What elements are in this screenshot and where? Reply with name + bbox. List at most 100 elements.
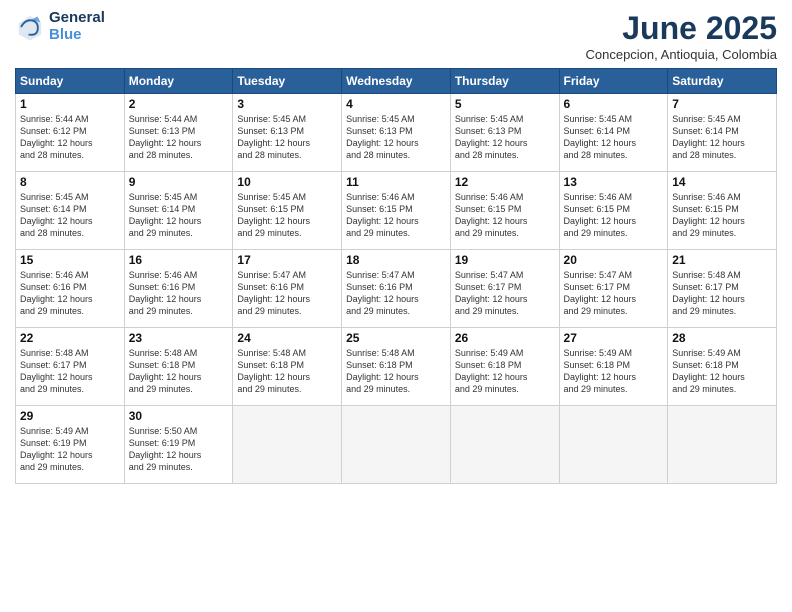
day-info: Sunrise: 5:45 AM Sunset: 6:13 PM Dayligh…	[237, 113, 337, 162]
weekday-header-tuesday: Tuesday	[233, 69, 342, 94]
calendar-cell: 14 Sunrise: 5:46 AM Sunset: 6:15 PM Dayli…	[668, 172, 777, 250]
day-number: 14	[672, 175, 772, 189]
day-info: Sunrise: 5:47 AM Sunset: 6:17 PM Dayligh…	[564, 269, 664, 318]
day-info: Sunrise: 5:45 AM Sunset: 6:13 PM Dayligh…	[346, 113, 446, 162]
calendar-cell: 5 Sunrise: 5:45 AM Sunset: 6:13 PM Daylig…	[450, 94, 559, 172]
weekday-header-thursday: Thursday	[450, 69, 559, 94]
day-number: 25	[346, 331, 446, 345]
day-info: Sunrise: 5:46 AM Sunset: 6:16 PM Dayligh…	[129, 269, 229, 318]
logo-icon	[15, 12, 45, 42]
day-number: 7	[672, 97, 772, 111]
day-number: 5	[455, 97, 555, 111]
day-number: 4	[346, 97, 446, 111]
calendar-table: SundayMondayTuesdayWednesdayThursdayFrid…	[15, 68, 777, 484]
weekday-header-sunday: Sunday	[16, 69, 125, 94]
day-number: 15	[20, 253, 120, 267]
weekday-header-monday: Monday	[124, 69, 233, 94]
day-info: Sunrise: 5:47 AM Sunset: 6:16 PM Dayligh…	[237, 269, 337, 318]
calendar-week-0: 1 Sunrise: 5:44 AM Sunset: 6:12 PM Daylig…	[16, 94, 777, 172]
weekday-row: SundayMondayTuesdayWednesdayThursdayFrid…	[16, 69, 777, 94]
calendar-cell: 25 Sunrise: 5:48 AM Sunset: 6:18 PM Dayli…	[342, 328, 451, 406]
calendar-cell: 27Sunrise: 5:49 AM Sunset: 6:18 PM Dayli…	[559, 328, 668, 406]
day-info: Sunrise: 5:48 AM Sunset: 6:17 PM Dayligh…	[20, 347, 120, 396]
day-number: 16	[129, 253, 229, 267]
day-number: 28	[672, 331, 772, 345]
day-number: 19	[455, 253, 555, 267]
day-info: Sunrise: 5:46 AM Sunset: 6:15 PM Dayligh…	[672, 191, 772, 240]
calendar-cell: 24 Sunrise: 5:48 AM Sunset: 6:18 PM Dayli…	[233, 328, 342, 406]
calendar-cell: 12 Sunrise: 5:46 AM Sunset: 6:15 PM Dayli…	[450, 172, 559, 250]
calendar-cell: 20Sunrise: 5:47 AM Sunset: 6:17 PM Dayli…	[559, 250, 668, 328]
day-info: Sunrise: 5:49 AM Sunset: 6:18 PM Dayligh…	[672, 347, 772, 396]
calendar-cell: 10 Sunrise: 5:45 AM Sunset: 6:15 PM Dayli…	[233, 172, 342, 250]
calendar-cell: 26Sunrise: 5:49 AM Sunset: 6:18 PM Dayli…	[450, 328, 559, 406]
day-number: 26	[455, 331, 555, 345]
day-number: 27	[564, 331, 664, 345]
calendar-cell: 30 Sunrise: 5:50 AM Sunset: 6:19 PM Dayli…	[124, 406, 233, 484]
day-info: Sunrise: 5:50 AM Sunset: 6:19 PM Dayligh…	[129, 425, 229, 474]
day-info: Sunrise: 5:48 AM Sunset: 6:17 PM Dayligh…	[672, 269, 772, 318]
weekday-header-wednesday: Wednesday	[342, 69, 451, 94]
day-info: Sunrise: 5:46 AM Sunset: 6:15 PM Dayligh…	[564, 191, 664, 240]
day-number: 21	[672, 253, 772, 267]
day-number: 1	[20, 97, 120, 111]
day-info: Sunrise: 5:44 AM Sunset: 6:12 PM Dayligh…	[20, 113, 120, 162]
logo-text: General Blue	[49, 10, 105, 43]
day-info: Sunrise: 5:45 AM Sunset: 6:14 PM Dayligh…	[129, 191, 229, 240]
day-number: 2	[129, 97, 229, 111]
calendar-cell: 23Sunrise: 5:48 AM Sunset: 6:18 PM Dayli…	[124, 328, 233, 406]
day-info: Sunrise: 5:48 AM Sunset: 6:18 PM Dayligh…	[237, 347, 337, 396]
calendar-cell	[233, 406, 342, 484]
calendar-body: 1 Sunrise: 5:44 AM Sunset: 6:12 PM Daylig…	[16, 94, 777, 484]
calendar-cell	[668, 406, 777, 484]
day-info: Sunrise: 5:47 AM Sunset: 6:17 PM Dayligh…	[455, 269, 555, 318]
day-info: Sunrise: 5:46 AM Sunset: 6:15 PM Dayligh…	[455, 191, 555, 240]
day-number: 24	[237, 331, 337, 345]
day-number: 8	[20, 175, 120, 189]
day-info: Sunrise: 5:45 AM Sunset: 6:14 PM Dayligh…	[564, 113, 664, 162]
day-number: 13	[564, 175, 664, 189]
calendar-cell: 28 Sunrise: 5:49 AM Sunset: 6:18 PM Dayli…	[668, 328, 777, 406]
day-info: Sunrise: 5:48 AM Sunset: 6:18 PM Dayligh…	[346, 347, 446, 396]
calendar-week-2: 15 Sunrise: 5:46 AM Sunset: 6:16 PM Dayli…	[16, 250, 777, 328]
day-number: 30	[129, 409, 229, 423]
calendar-week-3: 22Sunrise: 5:48 AM Sunset: 6:17 PM Dayli…	[16, 328, 777, 406]
calendar-cell: 18 Sunrise: 5:47 AM Sunset: 6:16 PM Dayli…	[342, 250, 451, 328]
day-info: Sunrise: 5:45 AM Sunset: 6:13 PM Dayligh…	[455, 113, 555, 162]
calendar-cell	[450, 406, 559, 484]
calendar-cell: 1 Sunrise: 5:44 AM Sunset: 6:12 PM Daylig…	[16, 94, 125, 172]
day-number: 29	[20, 409, 120, 423]
day-info: Sunrise: 5:49 AM Sunset: 6:19 PM Dayligh…	[20, 425, 120, 474]
day-info: Sunrise: 5:48 AM Sunset: 6:18 PM Dayligh…	[129, 347, 229, 396]
day-info: Sunrise: 5:45 AM Sunset: 6:14 PM Dayligh…	[20, 191, 120, 240]
day-info: Sunrise: 5:46 AM Sunset: 6:16 PM Dayligh…	[20, 269, 120, 318]
day-info: Sunrise: 5:45 AM Sunset: 6:14 PM Dayligh…	[672, 113, 772, 162]
weekday-header-saturday: Saturday	[668, 69, 777, 94]
calendar-cell	[342, 406, 451, 484]
calendar-cell: 21 Sunrise: 5:48 AM Sunset: 6:17 PM Dayli…	[668, 250, 777, 328]
calendar-cell: 17 Sunrise: 5:47 AM Sunset: 6:16 PM Dayli…	[233, 250, 342, 328]
calendar-cell: 3 Sunrise: 5:45 AM Sunset: 6:13 PM Daylig…	[233, 94, 342, 172]
weekday-header-friday: Friday	[559, 69, 668, 94]
logo-line2: Blue	[49, 26, 82, 43]
day-number: 12	[455, 175, 555, 189]
header: General Blue June 2025 Concepcion, Antio…	[15, 10, 777, 62]
day-info: Sunrise: 5:46 AM Sunset: 6:15 PM Dayligh…	[346, 191, 446, 240]
calendar-week-4: 29 Sunrise: 5:49 AM Sunset: 6:19 PM Dayli…	[16, 406, 777, 484]
day-info: Sunrise: 5:44 AM Sunset: 6:13 PM Dayligh…	[129, 113, 229, 162]
calendar-cell: 7 Sunrise: 5:45 AM Sunset: 6:14 PM Daylig…	[668, 94, 777, 172]
day-info: Sunrise: 5:47 AM Sunset: 6:16 PM Dayligh…	[346, 269, 446, 318]
day-number: 17	[237, 253, 337, 267]
calendar-cell: 16 Sunrise: 5:46 AM Sunset: 6:16 PM Dayli…	[124, 250, 233, 328]
day-number: 11	[346, 175, 446, 189]
day-number: 10	[237, 175, 337, 189]
day-number: 18	[346, 253, 446, 267]
day-info: Sunrise: 5:45 AM Sunset: 6:15 PM Dayligh…	[237, 191, 337, 240]
calendar-cell: 19 Sunrise: 5:47 AM Sunset: 6:17 PM Dayli…	[450, 250, 559, 328]
title-block: June 2025 Concepcion, Antioquia, Colombi…	[585, 10, 777, 62]
calendar-cell: 29 Sunrise: 5:49 AM Sunset: 6:19 PM Dayli…	[16, 406, 125, 484]
calendar-cell: 22Sunrise: 5:48 AM Sunset: 6:17 PM Dayli…	[16, 328, 125, 406]
day-number: 3	[237, 97, 337, 111]
calendar-cell: 15 Sunrise: 5:46 AM Sunset: 6:16 PM Dayli…	[16, 250, 125, 328]
calendar-cell: 6Sunrise: 5:45 AM Sunset: 6:14 PM Daylig…	[559, 94, 668, 172]
